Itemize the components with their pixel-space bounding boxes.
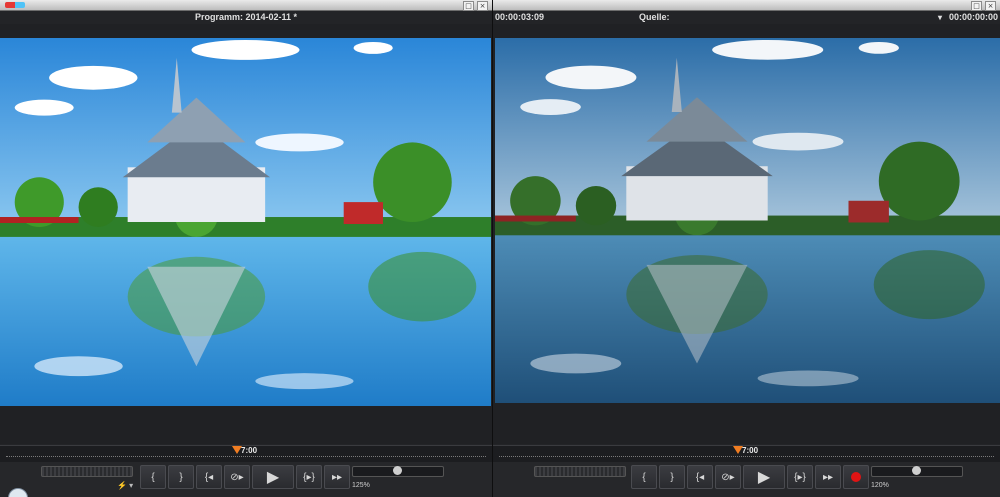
source-duration-timecode: 00:00:00:00: [948, 12, 998, 22]
title-bar: □ ×: [493, 0, 1000, 11]
play-in-out-button[interactable]: {▸}: [787, 465, 813, 489]
close-button[interactable]: ×: [477, 1, 488, 11]
program-preview-frame: [0, 38, 491, 406]
record-button[interactable]: [843, 465, 869, 489]
monitor-header: 00:00:03:09 Quelle: ▾ 00:00:00:00: [493, 11, 1000, 24]
maximize-button[interactable]: □: [463, 1, 474, 11]
go-to-out-button[interactable]: ▸▸: [815, 465, 841, 489]
zoom-level[interactable]: 125%: [352, 482, 370, 489]
source-preview-frame: [495, 38, 1000, 403]
set-in-button[interactable]: {: [631, 465, 657, 489]
zoom-slider[interactable]: [352, 466, 444, 477]
transport-controls: { } {◂ ⊘▸ ▶ {▸} ▸▸ 120%: [493, 462, 1000, 497]
set-out-button[interactable]: }: [659, 465, 685, 489]
zoom-slider-knob[interactable]: [393, 466, 402, 475]
window-buttons: □ ×: [971, 1, 996, 11]
transport-controls: ⚡ ▾ { } {◂ ⊘▸ ▶ {▸} ▸▸ 125%: [0, 462, 492, 497]
set-out-button[interactable]: }: [168, 465, 194, 489]
record-icon: [851, 472, 861, 482]
play-in-out-button[interactable]: {▸}: [296, 465, 322, 489]
monitor-header: Programm: 2014-02-11 *: [0, 11, 492, 24]
go-to-in-button[interactable]: {◂: [687, 465, 713, 489]
jog-wheel[interactable]: [534, 466, 626, 477]
source-timecode: 00:00:03:09: [495, 12, 545, 22]
go-to-in-button[interactable]: {◂: [196, 465, 222, 489]
play-button[interactable]: ▶: [252, 465, 294, 489]
effects-dropdown[interactable]: ⚡ ▾: [117, 481, 133, 490]
zoom-slider[interactable]: [871, 466, 963, 477]
source-timeline[interactable]: 7:00: [493, 445, 1000, 462]
go-to-out-button[interactable]: ▸▸: [324, 465, 350, 489]
program-timeline[interactable]: 7:00: [0, 445, 492, 462]
source-monitor-panel: □ × 00:00:03:09 Quelle: ▾ 00:00:00:00 7:…: [493, 0, 1000, 497]
zoom-level[interactable]: 120%: [871, 482, 889, 489]
title-bar: □ ×: [0, 0, 492, 11]
maximize-button[interactable]: □: [971, 1, 982, 11]
jog-wheel[interactable]: [41, 466, 133, 477]
program-title: Programm: 2014-02-11 *: [194, 12, 298, 22]
loop-play-button[interactable]: ⊘▸: [715, 465, 741, 489]
source-label: Quelle:: [639, 12, 670, 22]
app-logo-icon: [5, 2, 25, 8]
set-in-button[interactable]: {: [140, 465, 166, 489]
playhead-time: 7:00: [742, 446, 759, 455]
playhead-time: 7:00: [241, 446, 258, 455]
video-editor: □ × Programm: 2014-02-11 * 7:00 ⚡ ▾ {} …: [0, 0, 1000, 497]
temple-scene-image: [495, 38, 1000, 403]
zoom-slider-knob[interactable]: [912, 466, 921, 475]
timeline-ruler: [6, 456, 486, 460]
timeline-ruler: [499, 456, 994, 460]
close-button[interactable]: ×: [985, 1, 996, 11]
play-button[interactable]: ▶: [743, 465, 785, 489]
temple-scene-image: [0, 38, 491, 406]
loop-play-button[interactable]: ⊘▸: [224, 465, 250, 489]
program-monitor-panel: □ × Programm: 2014-02-11 * 7:00 ⚡ ▾ {} …: [0, 0, 493, 497]
source-dropdown-icon[interactable]: ▾: [938, 13, 942, 22]
window-buttons: □ ×: [463, 1, 488, 11]
